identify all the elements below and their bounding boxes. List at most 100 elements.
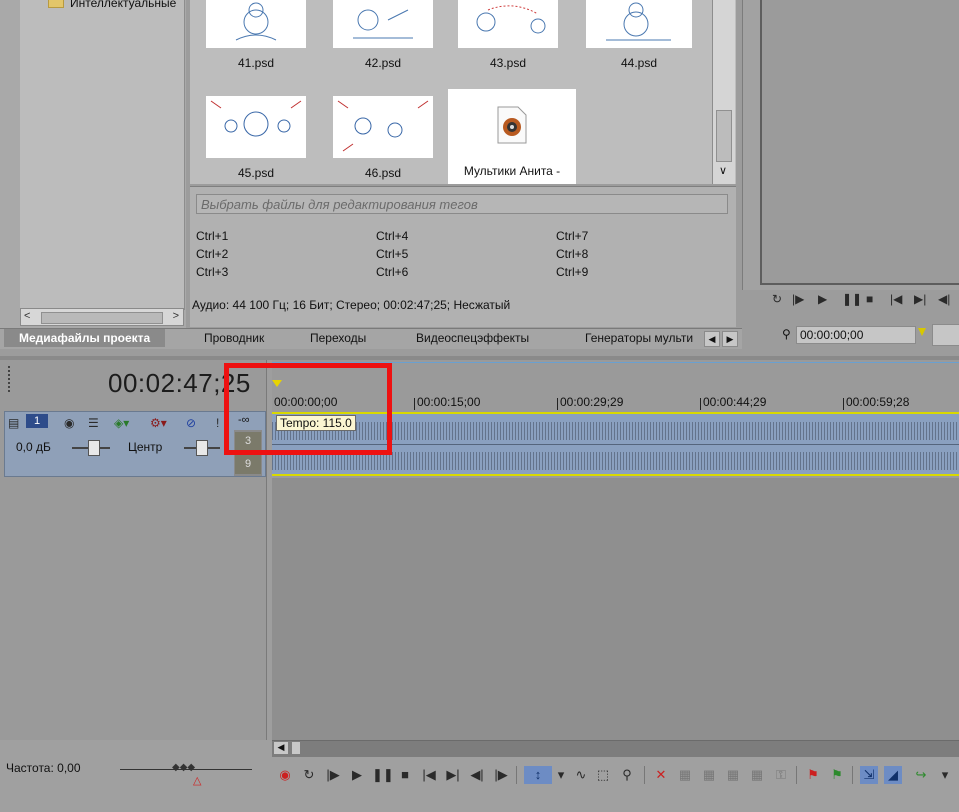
chevron-down-icon[interactable]: ∨	[719, 164, 727, 177]
scroll-right-icon[interactable]: >	[173, 310, 179, 322]
normal-edit-tool-icon[interactable]: ↕	[524, 766, 552, 784]
sketch-icon	[235, 2, 277, 41]
shortcut-label[interactable]: Ctrl+9	[556, 265, 588, 279]
marker-flag-icon[interactable]: ⚑	[804, 766, 822, 784]
previous-frame-icon[interactable]: ◀|	[938, 292, 950, 306]
thumbnail-image[interactable]	[333, 0, 433, 48]
selection-tool-icon[interactable]: ⬚	[594, 766, 612, 784]
play-from-start-icon[interactable]: |▶	[792, 292, 804, 306]
stop-icon[interactable]: ■	[396, 766, 414, 784]
pause-icon[interactable]: ❚❚	[842, 292, 862, 306]
pan-slider-knob[interactable]	[196, 440, 208, 456]
timeline-empty-area[interactable]	[272, 478, 959, 740]
scroll-thumb[interactable]	[292, 742, 300, 754]
tab-media-generators[interactable]: Генераторы мульти	[585, 331, 699, 345]
media-file-tile[interactable]: Мультики Анита -	[448, 89, 576, 184]
tree-item-label[interactable]: Интеллектуальные	[70, 0, 176, 10]
go-to-start-icon[interactable]: |◀	[890, 292, 902, 306]
tab-scroll-left-icon[interactable]: ◀	[704, 331, 720, 347]
thumbnail-image[interactable]	[206, 96, 306, 158]
split-icon[interactable]: ▦	[700, 766, 718, 784]
media-vertical-scrollbar[interactable]: ∨	[712, 0, 735, 184]
go-to-end-icon[interactable]: ▶|	[444, 766, 462, 784]
go-to-end-icon[interactable]: ▶|	[914, 292, 926, 306]
frequency-label: Частота: 0,00	[6, 761, 81, 775]
ripple-edit-icon[interactable]: ↪	[912, 766, 930, 784]
solo-icon[interactable]: !	[216, 416, 219, 430]
track-fx-icon[interactable]: ◈▾	[114, 416, 129, 430]
frequency-slider-handles[interactable]: ◆◆◆	[172, 762, 195, 773]
settings-gear-icon[interactable]: ⚙▾	[150, 416, 167, 430]
track-number: 1	[26, 414, 48, 428]
tag-edit-input[interactable]: Выбрать файлы для редактирования тегов	[196, 194, 728, 214]
trim-start-icon[interactable]: ▦	[724, 766, 742, 784]
trim-end-icon[interactable]: ▦	[748, 766, 766, 784]
thumbnail-image[interactable]	[586, 0, 692, 48]
lock-icon[interactable]: ⚿	[772, 766, 790, 784]
shortcut-label[interactable]: Ctrl+7	[556, 229, 588, 243]
track-pan-label: Центр	[128, 440, 163, 454]
media-thumbnails-pane: 41.psd 42.psd 43.psd 44.psd 45.psd 46.ps…	[190, 0, 736, 184]
mute-icon[interactable]: ⊘	[186, 416, 196, 430]
tab-project-media[interactable]: Медиафайлы проекта	[4, 329, 166, 347]
explorer-tree[interactable]	[20, 0, 185, 310]
zoom-tool-icon[interactable]: ⚲	[618, 766, 636, 784]
shortcut-label[interactable]: Ctrl+6	[376, 265, 408, 279]
thumbnail-image[interactable]	[458, 0, 558, 48]
thumbnail-image[interactable]	[206, 0, 306, 48]
tab-explorer[interactable]: Проводник	[204, 331, 264, 345]
scroll-thumb[interactable]	[41, 312, 163, 324]
loop-icon[interactable]: ↻	[300, 766, 318, 784]
shortcut-label[interactable]: Ctrl+5	[376, 247, 408, 261]
envelope-tool-icon[interactable]: ∿	[572, 766, 590, 784]
auto-crossfade-icon[interactable]: ◢	[884, 766, 902, 784]
ruler-tick	[414, 398, 415, 410]
loop-icon[interactable]: ↻	[772, 292, 782, 306]
preview-field[interactable]	[932, 324, 959, 346]
sketch-icon	[476, 5, 546, 34]
play-from-start-icon[interactable]: |▶	[324, 766, 342, 784]
media-file-label: Мультики Анита -	[463, 164, 561, 178]
volume-slider-knob[interactable]	[88, 440, 100, 456]
drag-grip-icon[interactable]	[8, 366, 14, 392]
thumbnail-image[interactable]	[333, 96, 433, 158]
meter-channel-2: 9	[235, 455, 261, 474]
frequency-marker-icon[interactable]: △	[193, 774, 201, 787]
trim-icon[interactable]: ▦	[676, 766, 694, 784]
scroll-left-icon[interactable]: ◀	[274, 742, 288, 754]
preview-time-field[interactable]: 00:00:00;00	[796, 326, 916, 344]
tab-video-fx[interactable]: Видеоспецэффекты	[416, 331, 529, 345]
go-to-start-icon[interactable]: |◀	[420, 766, 438, 784]
shortcut-label[interactable]: Ctrl+3	[196, 265, 228, 279]
thumbnail-label: 45.psd	[237, 166, 275, 180]
scroll-left-icon[interactable]: <	[24, 310, 30, 322]
track-minimize-icon[interactable]: ▤	[8, 416, 19, 430]
previous-frame-icon[interactable]: ◀|	[468, 766, 486, 784]
chevron-down-icon[interactable]: ▾	[552, 766, 570, 784]
sketch-icon	[210, 100, 302, 137]
delete-icon[interactable]: ✕	[652, 766, 670, 784]
next-frame-icon[interactable]: |▶	[492, 766, 510, 784]
snapping-icon[interactable]: ⇲	[860, 766, 878, 784]
record-icon[interactable]: ◉	[276, 766, 294, 784]
tree-horizontal-scrollbar[interactable]: < >	[20, 308, 184, 326]
scroll-thumb[interactable]	[716, 110, 732, 162]
play-icon[interactable]: ▶	[818, 292, 827, 306]
stop-icon[interactable]: ■	[866, 292, 873, 306]
ruler-label: 00:00:29;29	[560, 395, 624, 409]
chevron-down-icon[interactable]: ▾	[936, 766, 954, 784]
pause-icon[interactable]: ❚❚	[372, 766, 394, 784]
shortcut-label[interactable]: Ctrl+2	[196, 247, 228, 261]
tab-scroll-right-icon[interactable]: ▶	[722, 331, 738, 347]
shortcut-label[interactable]: Ctrl+8	[556, 247, 588, 261]
automation-icon[interactable]: ☰	[88, 416, 99, 430]
record-arm-icon[interactable]: ◉	[64, 416, 74, 430]
timeline-horizontal-scrollbar[interactable]: ◀	[272, 740, 959, 757]
thumbnail-label: 43.psd	[489, 56, 527, 70]
shortcut-label[interactable]: Ctrl+1	[196, 229, 228, 243]
tab-transitions[interactable]: Переходы	[310, 331, 366, 345]
region-icon[interactable]: ⚑	[828, 766, 846, 784]
play-icon[interactable]: ▶	[348, 766, 366, 784]
folder-icon	[48, 0, 64, 8]
shortcut-label[interactable]: Ctrl+4	[376, 229, 408, 243]
